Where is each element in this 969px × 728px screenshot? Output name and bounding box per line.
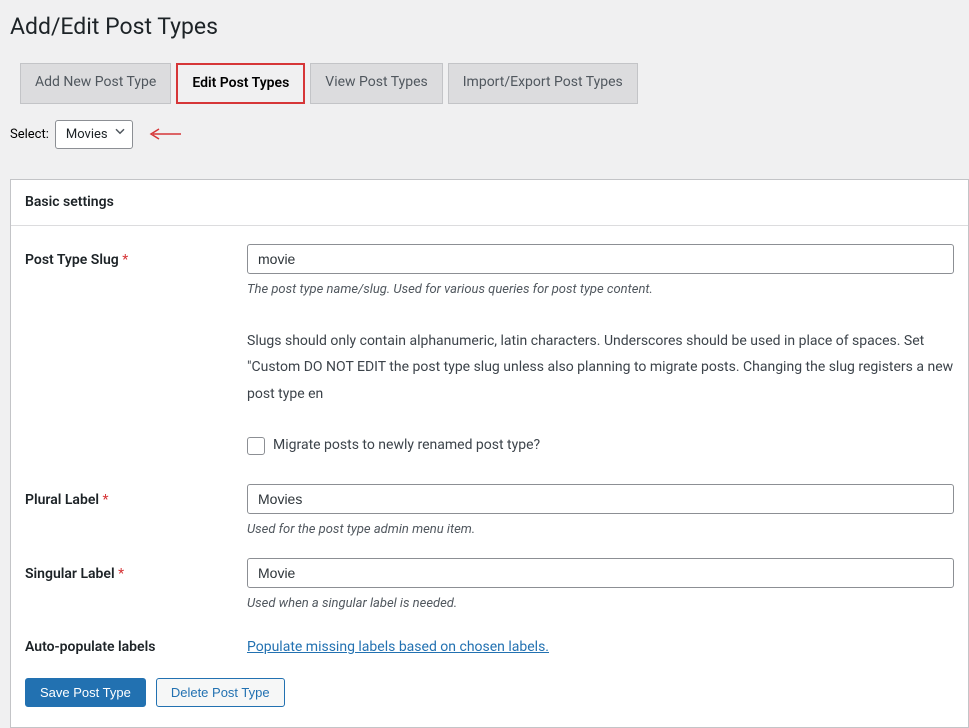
slug-input[interactable]	[247, 244, 954, 274]
singular-label: Singular Label *	[25, 558, 247, 585]
row-plural: Plural Label * Used for the post type ad…	[11, 466, 968, 540]
page-title: Add/Edit Post Types	[10, 10, 969, 45]
tab-view[interactable]: View Post Types	[310, 63, 442, 104]
singular-input[interactable]	[247, 558, 954, 588]
tab-edit[interactable]: Edit Post Types	[176, 63, 305, 104]
settings-panel: Basic settings Post Type Slug * The post…	[10, 179, 969, 728]
slug-label: Post Type Slug *	[25, 244, 247, 271]
plural-label: Plural Label *	[25, 484, 247, 511]
post-type-select[interactable]: Movies	[55, 120, 133, 150]
select-label: Select:	[10, 125, 49, 145]
autopopulate-label: Auto-populate labels	[25, 631, 247, 658]
select-value: Movies	[66, 125, 108, 145]
slug-description: The post type name/slug. Used for variou…	[247, 280, 954, 300]
chevron-down-icon	[114, 125, 126, 145]
panel-header: Basic settings	[11, 180, 968, 226]
migrate-label: Migrate posts to newly renamed post type…	[273, 435, 540, 456]
plural-input[interactable]	[247, 484, 954, 514]
row-slug: Post Type Slug * The post type name/slug…	[11, 226, 968, 466]
row-singular: Singular Label * Used when a singular la…	[11, 540, 968, 614]
slug-warning: Slugs should only contain alphanumeric, …	[247, 328, 954, 408]
tab-add-new[interactable]: Add New Post Type	[20, 63, 171, 104]
arrow-left-icon	[149, 127, 181, 141]
autopopulate-link[interactable]: Populate missing labels based on chosen …	[247, 639, 549, 655]
tab-nav: Add New Post Type Edit Post Types View P…	[10, 63, 969, 104]
select-row: Select: Movies	[10, 120, 969, 150]
tab-import-export[interactable]: Import/Export Post Types	[448, 63, 638, 104]
migrate-checkbox[interactable]	[247, 437, 265, 455]
singular-description: Used when a singular label is needed.	[247, 594, 954, 614]
plural-description: Used for the post type admin menu item.	[247, 520, 954, 540]
row-autopopulate: Auto-populate labels Populate missing la…	[11, 613, 968, 658]
